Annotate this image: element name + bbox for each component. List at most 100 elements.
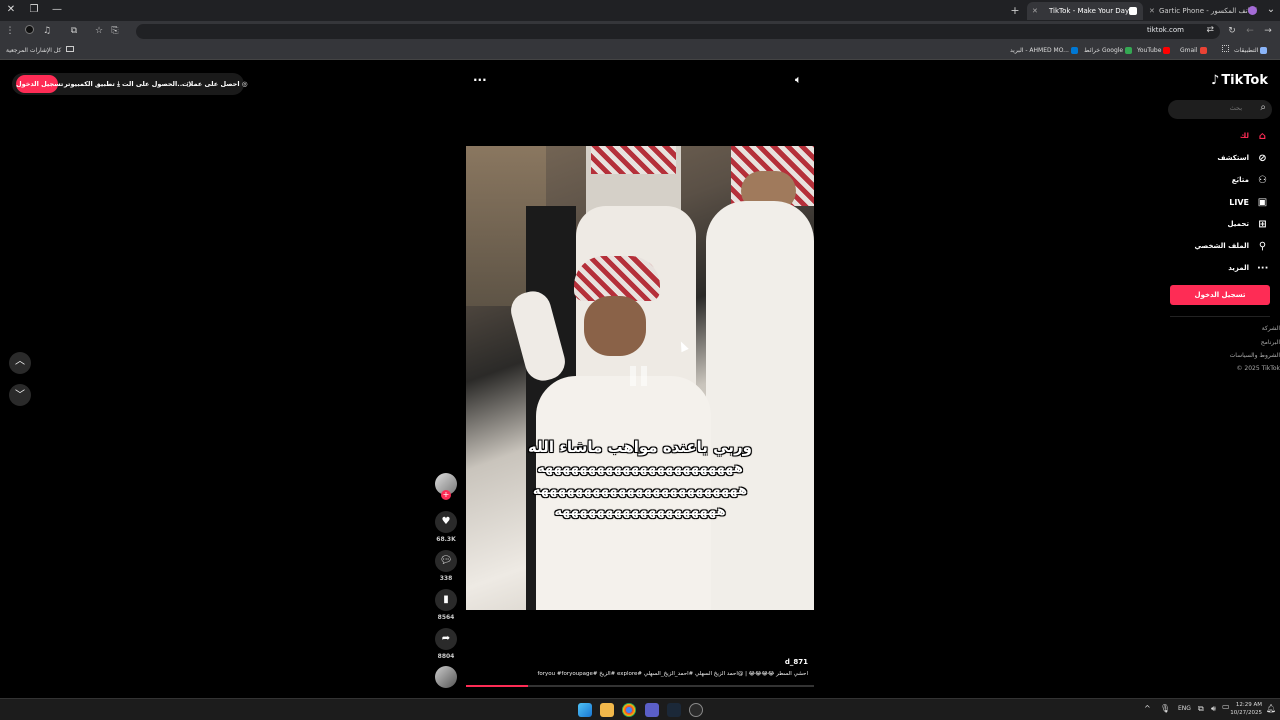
microphone-icon[interactable]: 🎙︎ <box>1160 704 1170 713</box>
get-coins-button[interactable]: احصل على عملات ◎ <box>182 75 248 93</box>
share-count: 8804 <box>437 653 455 660</box>
apps-bookmark-icon <box>1260 47 1268 54</box>
reload-icon[interactable]: ↻ <box>1226 25 1238 37</box>
back-icon[interactable]: → <box>1262 25 1274 37</box>
author-avatar[interactable]: + <box>434 473 458 500</box>
maps-icon <box>1125 47 1133 54</box>
live-icon: ▣ <box>1257 196 1268 208</box>
more-options-icon[interactable]: ··· <box>473 73 487 87</box>
like-count: 68.3K <box>436 536 456 543</box>
tray-chevron-icon[interactable]: ^ <box>1144 704 1151 713</box>
browser-toolbar: ⋮ ♫ ⧉ ☆ ⎘ tiktok.com ⇄ ↻ ← → <box>0 21 1280 41</box>
notification-icon[interactable]: 🔔︎ <box>1266 704 1276 713</box>
nav-upload[interactable]: تحميل ⊞ <box>1228 216 1268 232</box>
bookmark-apps[interactable]: التطبيقات <box>1222 45 1268 56</box>
like-button[interactable]: ♥ 68.3K <box>434 511 458 543</box>
tab-search-icon[interactable]: ⌄ <box>1264 3 1278 17</box>
restore-window-icon[interactable]: ❐ <box>27 3 41 17</box>
follow-plus-icon[interactable]: + <box>441 490 451 500</box>
next-video-button[interactable]: ﹀ <box>9 384 31 406</box>
bookmark-icon: ▮ <box>435 589 457 611</box>
search-input[interactable]: بحث ⌕ <box>1168 100 1272 119</box>
tab-tiktok[interactable]: ✕ TikTok - Make Your Day <box>1027 2 1143 20</box>
comment-count: 338 <box>439 575 453 582</box>
video-author[interactable]: d_871 <box>466 658 808 666</box>
music-disc[interactable] <box>434 666 458 688</box>
site-settings-icon[interactable]: ⇄ <box>1206 25 1214 35</box>
nav-live[interactable]: LIVE ▣ <box>1229 194 1268 210</box>
top-login-button[interactable]: تسجيل الدخول <box>16 75 63 93</box>
tab-close-icon[interactable]: ✕ <box>1032 2 1038 20</box>
search-icon[interactable]: ⌕ <box>1260 102 1266 113</box>
search-placeholder: بحث <box>1229 104 1242 112</box>
file-explorer-icon[interactable] <box>600 703 614 717</box>
speaker-icon[interactable]: 🔊︎ <box>1211 704 1216 714</box>
desktop-app-label: تطبيق الكمبيوتر <box>64 80 115 88</box>
new-tab-button[interactable]: + <box>1008 2 1022 20</box>
extensions-icon[interactable]: ⧉ <box>68 25 80 37</box>
install-app-icon[interactable]: ⎘ <box>109 25 121 37</box>
media-control-icon[interactable]: ♫ <box>41 25 53 37</box>
footer-company[interactable]: الشركة <box>1262 325 1280 332</box>
footer-program[interactable]: البرنامج <box>1261 339 1280 346</box>
video-progress-fill <box>466 685 528 687</box>
sidebar-login-button[interactable]: تسجيل الدخول <box>1170 285 1270 305</box>
network-icon[interactable]: ⧉ <box>1198 704 1204 714</box>
tab-gartic-phone[interactable]: ✕ Gartic Phone - الهاتف المكسور <box>1145 2 1263 20</box>
tiktok-note-icon: ♪ <box>1211 73 1220 88</box>
share-button[interactable]: ➦ 8804 <box>434 628 458 660</box>
nav-profile[interactable]: الملف الشخصي ⚲ <box>1194 238 1268 254</box>
more-icon: ··· <box>1257 262 1269 274</box>
save-button[interactable]: ▮ 8564 <box>434 589 458 621</box>
coin-icon: ◎ <box>241 80 248 88</box>
shemagh-child <box>574 256 660 301</box>
tiktok-logo[interactable]: ♪ TikTok <box>1211 73 1268 88</box>
menu-icon[interactable]: ⋮ <box>4 25 16 37</box>
forward-icon[interactable]: ← <box>1244 25 1256 37</box>
minimize-window-icon[interactable]: — <box>50 3 64 17</box>
bookmark-maps[interactable]: خرائط Google <box>1084 45 1133 56</box>
get-app-button[interactable]: الحصول على الت... ▯ <box>122 75 190 93</box>
teams-icon[interactable] <box>645 703 659 717</box>
youtube-icon <box>1163 47 1171 54</box>
nav-upload-label: تحميل <box>1227 220 1249 228</box>
tab-tiktok-label: TikTok - Make Your Day <box>1049 7 1130 15</box>
clock-time: 12:29 AM <box>1235 702 1262 708</box>
profile-avatar-icon[interactable] <box>23 25 35 37</box>
bookmark-gmail-label: Gmail <box>1180 47 1198 54</box>
app-icon[interactable] <box>689 703 703 717</box>
close-window-icon[interactable]: ✕ <box>4 3 18 17</box>
compass-icon: ⊘ <box>1258 152 1267 164</box>
bookmark-gmail[interactable]: Gmail <box>1180 45 1207 56</box>
upload-icon: ⊞ <box>1258 218 1267 230</box>
nav-explore[interactable]: استكشف ⊘ <box>1217 150 1268 166</box>
nav-for-you[interactable]: لك ⌂ <box>1240 128 1268 144</box>
tab-close-icon[interactable]: ✕ <box>1149 2 1155 20</box>
bookmark-star-icon[interactable]: ☆ <box>93 25 105 37</box>
footer-terms[interactable]: الشروط والسياسات <box>1230 352 1280 359</box>
address-bar[interactable]: tiktok.com ⇄ <box>136 24 1220 39</box>
bookmarks-bar: كل الإشارات المرجعية التطبيقات Gmail You… <box>0 41 1280 60</box>
tiktok-page: تسجيل الدخول تطبيق الكمبيوتر ⤓ الحصول عل… <box>0 60 1280 698</box>
pause-icon[interactable] <box>628 364 650 390</box>
previous-video-button[interactable]: ︿ <box>9 352 31 374</box>
language-indicator[interactable]: ENG <box>1178 705 1191 712</box>
desktop-app-button[interactable]: تطبيق الكمبيوتر ⤓ <box>64 75 120 93</box>
bookmark-youtube[interactable]: YouTube <box>1137 45 1171 56</box>
clock[interactable]: 12:29 AM 10/27/2025 <box>1226 701 1262 717</box>
video-caption-line-3: ههههههههههههههههههههههههه <box>532 483 748 498</box>
nav-for-you-label: لك <box>1239 132 1249 140</box>
video-player[interactable]: وربي ياعنده مواهب ماشاء الله ههههههههههه… <box>466 146 814 610</box>
steam-icon[interactable] <box>667 703 681 717</box>
get-coins-label: احصل على عملات <box>182 80 240 88</box>
bookmark-mail[interactable]: البريد - AHMED MO... <box>1010 45 1078 56</box>
comment-button[interactable]: 💬︎ 338 <box>434 550 458 582</box>
download-icon: ⤓ <box>117 80 121 88</box>
windows-start-icon[interactable] <box>578 703 592 717</box>
volume-icon[interactable]: 🔈︎ <box>795 73 802 87</box>
nav-more[interactable]: المزيد ··· <box>1228 260 1268 276</box>
all-bookmarks[interactable]: كل الإشارات المرجعية <box>6 45 75 56</box>
nav-more-label: المزيد <box>1228 264 1249 272</box>
nav-following[interactable]: متابَع ⚇ <box>1232 172 1268 188</box>
chrome-icon[interactable] <box>622 703 636 717</box>
